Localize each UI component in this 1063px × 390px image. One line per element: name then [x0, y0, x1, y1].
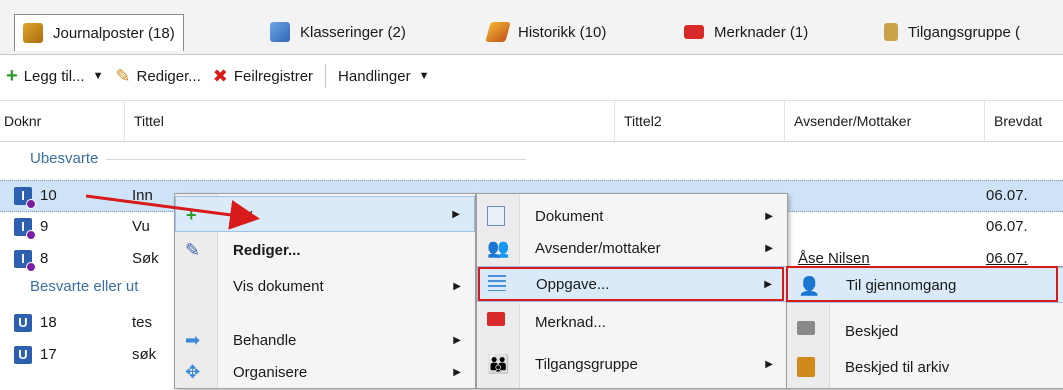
annotation-arrow: [85, 194, 260, 230]
